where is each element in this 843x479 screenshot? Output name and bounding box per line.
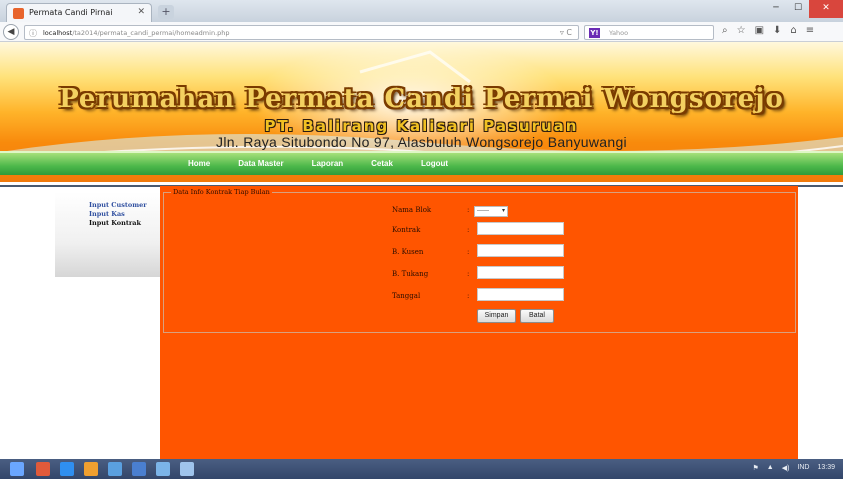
web-page: Perumahan Permata Candi Permai Wongsorej…: [0, 42, 843, 459]
address-bar[interactable]: ⓘ localhost/ta2014/permata_candi_permai/…: [24, 25, 579, 40]
search-input[interactable]: Y! Yahoo: [584, 25, 714, 40]
menu-data-master[interactable]: Data Master: [238, 159, 283, 168]
label-b-tukang: B. Tukang: [392, 270, 429, 278]
windows-taskbar: ⚑ ▲ ◀) IND 13:39: [0, 459, 843, 479]
batal-button[interactable]: Batal: [520, 309, 554, 323]
menu-icon[interactable]: ≡: [806, 25, 814, 36]
app-icon[interactable]: [132, 462, 146, 476]
window-close-icon[interactable]: ✕: [809, 0, 843, 18]
tanggal-field[interactable]: [477, 288, 564, 301]
menu-cetak[interactable]: Cetak: [371, 159, 393, 168]
maximize-icon[interactable]: ☐: [787, 0, 809, 18]
colon: :: [467, 248, 470, 256]
nama-blok-select[interactable]: ------ ▾: [474, 206, 508, 217]
browser-tab[interactable]: Permata Candi Pirnai ✕: [6, 3, 152, 22]
kontrak-form: Data Info Kontrak Tiap Bulan Nama Blok :…: [163, 188, 796, 333]
sidebar-item-input-kas[interactable]: Input Kas: [89, 210, 147, 219]
site-title: Perumahan Permata Candi Permai Wongsorej…: [59, 84, 784, 114]
download-icon[interactable]: ⬇: [773, 25, 781, 36]
chevron-down-icon: ▾: [501, 208, 505, 214]
system-tray: ⚑ ▲ ◀) IND 13:39: [752, 464, 835, 472]
close-tab-icon[interactable]: ✕: [137, 7, 145, 17]
url-host: localhost: [43, 29, 73, 37]
app-icon[interactable]: [60, 462, 74, 476]
volume-icon[interactable]: ◀): [782, 464, 790, 472]
label-tanggal: Tanggal: [392, 292, 421, 300]
reload-icon[interactable]: ▿ C: [560, 28, 572, 37]
new-tab-button[interactable]: +: [158, 5, 174, 19]
url-path: /ta2014/permata_candi_permai/homeadmin.p…: [72, 29, 230, 37]
app-icon[interactable]: [84, 462, 98, 476]
sidebar: Input Customer Input Kas Input Kontrak: [55, 192, 160, 277]
label-kontrak: Kontrak: [392, 226, 421, 234]
menu-laporan[interactable]: Laporan: [312, 159, 344, 168]
star-icon[interactable]: ☆: [737, 25, 746, 36]
sidebar-links: Input Customer Input Kas Input Kontrak: [89, 201, 147, 228]
window-controls: ─ ☐ ✕: [765, 0, 843, 18]
network-icon[interactable]: ▲: [767, 464, 774, 472]
menu-logout[interactable]: Logout: [421, 159, 448, 168]
form-legend: Data Info Kontrak Tiap Bulan: [171, 188, 272, 196]
colon: :: [467, 226, 470, 234]
toolbar-icons: ⌕ ☆ ▣ ⬇ ⌂ ≡: [722, 25, 814, 36]
clipboard-icon[interactable]: ▣: [755, 25, 764, 36]
app-icon[interactable]: [108, 462, 122, 476]
menu-home[interactable]: Home: [188, 159, 210, 168]
minimize-icon[interactable]: ─: [765, 0, 787, 18]
browser-tab-bar: Permata Candi Pirnai ✕ + ─ ☐ ✕: [0, 0, 843, 22]
language-indicator[interactable]: IND: [797, 464, 809, 472]
clock[interactable]: 13:39: [817, 464, 835, 472]
kontrak-field[interactable]: [477, 222, 564, 235]
company-name: PT. Balirang Kalisari Pasuruan: [264, 117, 579, 135]
label-nama-blok: Nama Blok: [392, 206, 432, 214]
colon: :: [467, 292, 470, 300]
colon: :: [467, 206, 470, 214]
flag-icon[interactable]: ⚑: [752, 464, 758, 472]
app-icon[interactable]: [36, 462, 50, 476]
windows-start-icon[interactable]: [10, 462, 24, 476]
yahoo-icon[interactable]: Y!: [589, 28, 600, 38]
back-arrow-icon[interactable]: ◀: [3, 24, 19, 40]
search-icon[interactable]: ⌕: [722, 25, 728, 36]
simpan-button[interactable]: Simpan: [477, 309, 516, 323]
company-address: Jln. Raya Situbondo No 97, Alasbuluh Won…: [216, 134, 627, 150]
sidebar-item-input-kontrak[interactable]: Input Kontrak: [89, 219, 147, 228]
home-icon[interactable]: ⌂: [790, 25, 796, 36]
favicon-icon: [13, 8, 24, 19]
main-content: Data Info Kontrak Tiap Bulan Nama Blok :…: [160, 186, 798, 459]
b-tukang-field[interactable]: [477, 266, 564, 279]
browser-nav-bar: ◀ ⓘ localhost/ta2014/permata_candi_perma…: [0, 22, 843, 42]
label-b-kusen: B. Kusen: [392, 248, 424, 256]
colon: :: [467, 270, 470, 278]
app-icon[interactable]: [156, 462, 170, 476]
site-info-icon[interactable]: ⓘ: [29, 28, 37, 39]
b-kusen-field[interactable]: [477, 244, 564, 257]
nama-blok-value: ------: [477, 208, 489, 214]
app-icon[interactable]: [180, 462, 194, 476]
tab-title: Permata Candi Pirnai: [29, 8, 113, 17]
main-menu-bar: Home Data Master Laporan Cetak Logout: [0, 151, 843, 175]
site-banner: Perumahan Permata Candi Permai Wongsorej…: [0, 42, 843, 182]
sidebar-item-input-customer[interactable]: Input Customer: [89, 201, 147, 210]
main-menu: Home Data Master Laporan Cetak Logout: [188, 159, 476, 168]
search-placeholder: Yahoo: [609, 29, 629, 37]
